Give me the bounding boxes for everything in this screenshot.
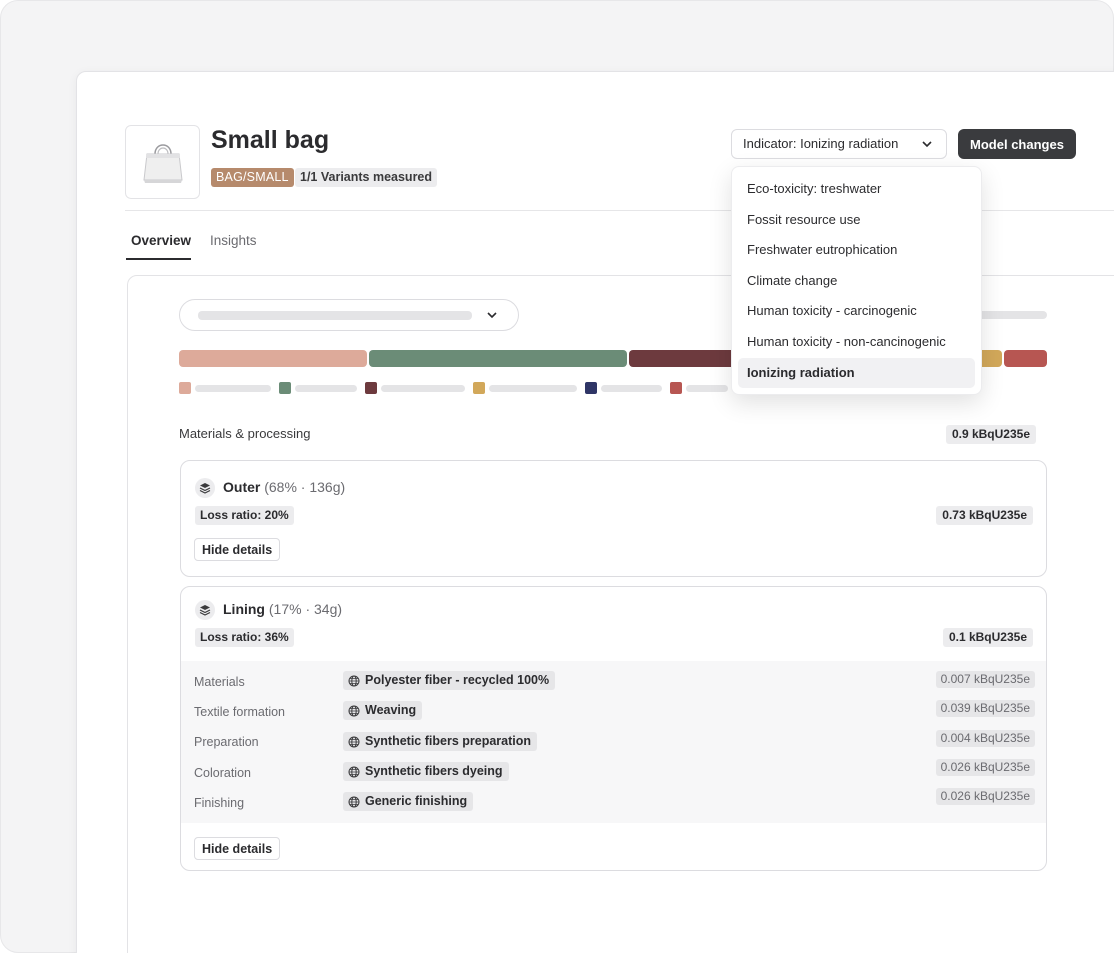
component-title: Outer (68% · 136g) [223,479,345,495]
filter-select[interactable] [179,299,519,331]
step-label: Finishing [194,796,245,810]
tab-overview[interactable]: Overview [131,233,191,248]
loss-ratio-badge: Loss ratio: 20% [195,506,294,525]
step-process-chip[interactable]: Generic finishing [343,792,474,811]
legend-label-skeleton [686,385,728,392]
layers-icon [195,478,215,498]
step-process-chip[interactable]: Polyester fiber - recycled 100% [343,671,556,690]
globe-icon [348,736,360,747]
step-value: 0.004 kBqU235e [935,730,1035,747]
handbag-icon [142,144,183,183]
globe-icon [348,796,360,807]
indicator-select-label: Indicator: Ionizing radiation [743,136,899,151]
step-value: 0.039 kBqU235e [935,700,1035,717]
step-process-name: Generic finishing [365,794,468,808]
variants-badge: 1/1 Variants measured [295,168,438,187]
step-process-chip[interactable]: Weaving [343,701,423,720]
legend-label-skeleton [601,385,662,392]
step-value: 0.026 kBqU235e [935,759,1035,776]
impact-bar-segment [179,350,367,367]
menu-item-human-toxicity-carcinogenic[interactable]: Human toxicity - carcinogenic [738,296,975,326]
model-changes-button[interactable]: Model changes [958,129,1076,159]
materials-total-value: 0.9 kBqU235e [945,425,1036,444]
menu-item-ionizing-radiation[interactable]: Ionizing radiation [738,358,975,388]
legend-label-skeleton [381,385,465,392]
active-tab-indicator [126,258,191,260]
layers-icon [195,600,215,620]
loss-ratio-badge: Loss ratio: 36% [195,628,294,647]
step-process-chip[interactable]: Synthetic fibers dyeing [343,762,509,781]
component-meta: (17% · 34g) [268,601,343,617]
step-value: 0.026 kBqU235e [935,788,1035,805]
component-value: 0.73 kBqU235e [936,506,1033,525]
chevron-down-icon [487,312,497,319]
menu-item-eco-toxicity[interactable]: Eco-toxicity: treshwater [738,174,975,204]
step-label: Preparation [194,735,259,749]
legend-swatch [179,382,191,394]
globe-icon [348,675,360,686]
component-meta: (68% · 136g) [264,479,346,495]
legend-swatch [670,382,682,394]
component-name: Outer [223,479,261,495]
chevron-down-icon [922,141,932,148]
hide-details-button[interactable]: Hide details [194,837,281,860]
legend-label-skeleton [195,385,271,392]
step-process-name: Polyester fiber - recycled 100% [365,673,550,687]
placeholder-skeleton [198,311,472,320]
component-value: 0.1 kBqU235e [942,628,1033,647]
page-title: Small bag [211,126,330,154]
process-steps-table: Materials Polyester fiber - recycled 100… [181,661,1046,823]
globe-icon [348,705,360,716]
impact-bar-segment [629,350,739,367]
impact-bar-segment [1004,350,1047,367]
menu-item-freshwater-eutrophication[interactable]: Freshwater eutrophication [738,235,975,265]
globe-icon [348,766,360,777]
legend-label-skeleton [489,385,577,392]
hide-details-button[interactable]: Hide details [194,538,281,561]
legend-swatch [473,382,485,394]
component-card-outer: Outer (68% · 136g) Loss ratio: 20% 0.73 … [180,460,1047,577]
menu-item-human-toxicity-non-carcinogenic[interactable]: Human toxicity - non-cancinogenic [738,327,975,357]
indicator-select[interactable]: Indicator: Ionizing radiation [731,129,947,159]
legend-label-skeleton [295,385,357,392]
step-label: Textile formation [194,705,286,719]
menu-item-fossil-resource-use[interactable]: Fossit resource use [738,205,975,235]
step-label: Coloration [194,766,251,780]
step-label: Materials [194,675,245,689]
step-process-name: Synthetic fibers preparation [365,734,532,748]
legend-swatch [585,382,597,394]
legend-swatch [279,382,291,394]
tab-insights[interactable]: Insights [210,233,257,248]
sku-badge: BAG/SMALL [211,168,294,187]
component-card-lining: Lining (17% · 34g) Loss ratio: 36% 0.1 k… [180,586,1047,871]
legend-swatch [365,382,377,394]
impact-bar-segment [369,350,627,367]
step-process-name: Synthetic fibers dyeing [365,764,503,778]
step-process-chip[interactable]: Synthetic fibers preparation [343,732,538,751]
materials-section-label: Materials & processing [179,426,311,441]
menu-item-climate-change[interactable]: Climate change [738,266,975,296]
indicator-dropdown-menu: Eco-toxicity: treshwater Fossit resource… [731,166,982,395]
step-value: 0.007 kBqU235e [935,671,1035,688]
component-title: Lining (17% · 34g) [223,601,342,617]
step-process-name: Weaving [365,703,417,717]
component-name: Lining [223,601,265,617]
product-image [125,125,200,199]
